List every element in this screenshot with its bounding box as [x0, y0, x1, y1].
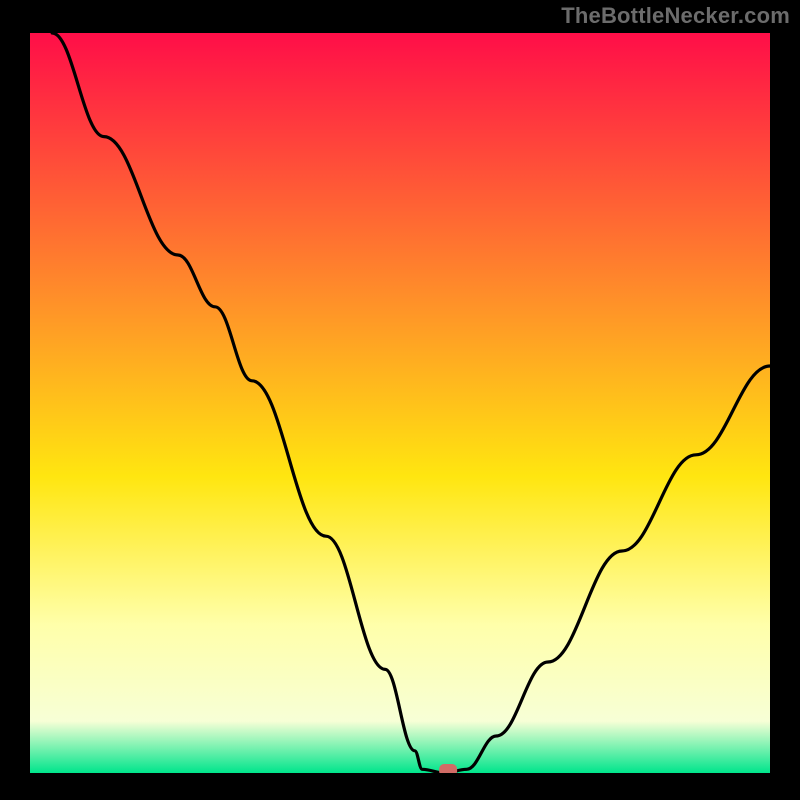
plot-area — [30, 33, 770, 773]
bottleneck-curve — [52, 33, 770, 773]
chart-frame: TheBottleNecker.com — [0, 0, 800, 800]
curve-layer — [30, 33, 770, 773]
watermark-text: TheBottleNecker.com — [561, 3, 790, 29]
minimum-marker — [439, 764, 457, 773]
